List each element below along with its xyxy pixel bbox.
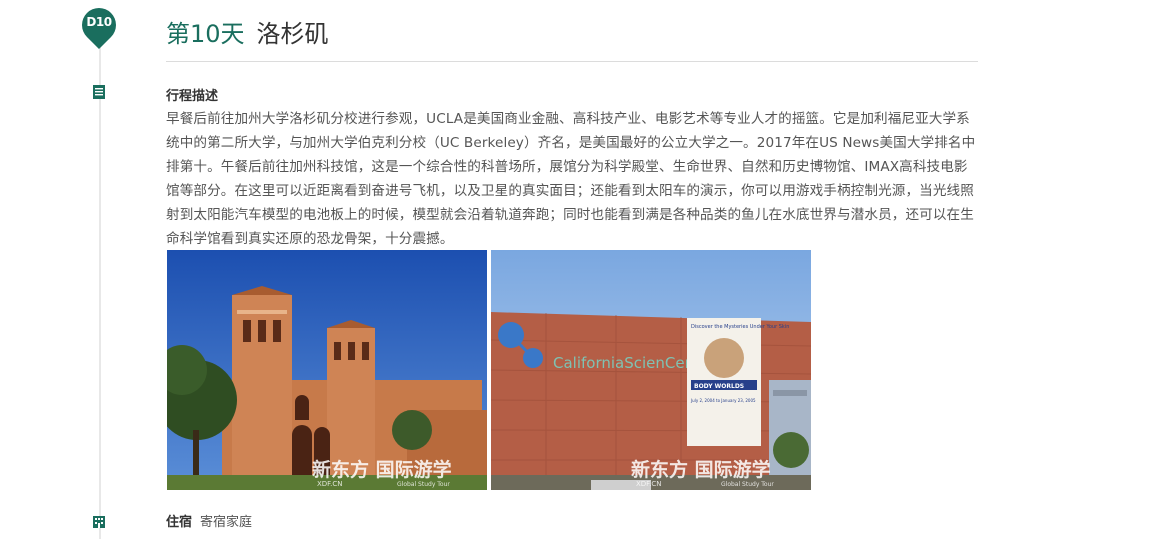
photo2-watermark-en: Global Study Tour [721, 481, 774, 488]
description-label: 行程描述 [166, 89, 219, 104]
title-divider [166, 61, 978, 62]
day-number: 第10天 [166, 20, 245, 48]
stay-label: 住宿 [166, 515, 193, 530]
timeline-line [99, 40, 101, 539]
description-text: 早餐后前往加州大学洛杉矶分校进行参观，UCLA是美国商业金融、高科技产业、电影艺… [166, 111, 976, 247]
poster-dates: July 2, 2004 to January 23, 2005 [690, 398, 756, 403]
day-badge: D10 [86, 15, 112, 29]
photo1-watermark-sub: XDF.CN [317, 480, 342, 488]
stay-value: 寄宿家庭 [200, 515, 253, 530]
list-icon [93, 85, 105, 99]
day-title: 第10天 洛杉矶 [166, 14, 329, 49]
photo2-watermark-sub: XDF.CN [636, 480, 661, 488]
science-center-photo: CaliforniaScienCenter Discover the Myste… [491, 250, 811, 490]
photo1-watermark: 新东方 国际游学 [312, 458, 452, 481]
photo1-watermark-en: Global Study Tour [397, 481, 450, 488]
photo2-watermark: 新东方 国际游学 [631, 458, 771, 481]
day-city: 洛杉矶 [256, 20, 329, 48]
poster-title: Discover the Mysteries Under Your Skin [691, 324, 789, 330]
ucla-photo: 新东方 国际游学 XDF.CN Global Study Tour [167, 250, 487, 490]
stay-row: 住宿 寄宿家庭 [166, 511, 252, 530]
poster-banner: BODY WORLDS [694, 383, 744, 390]
building-icon [93, 516, 105, 528]
